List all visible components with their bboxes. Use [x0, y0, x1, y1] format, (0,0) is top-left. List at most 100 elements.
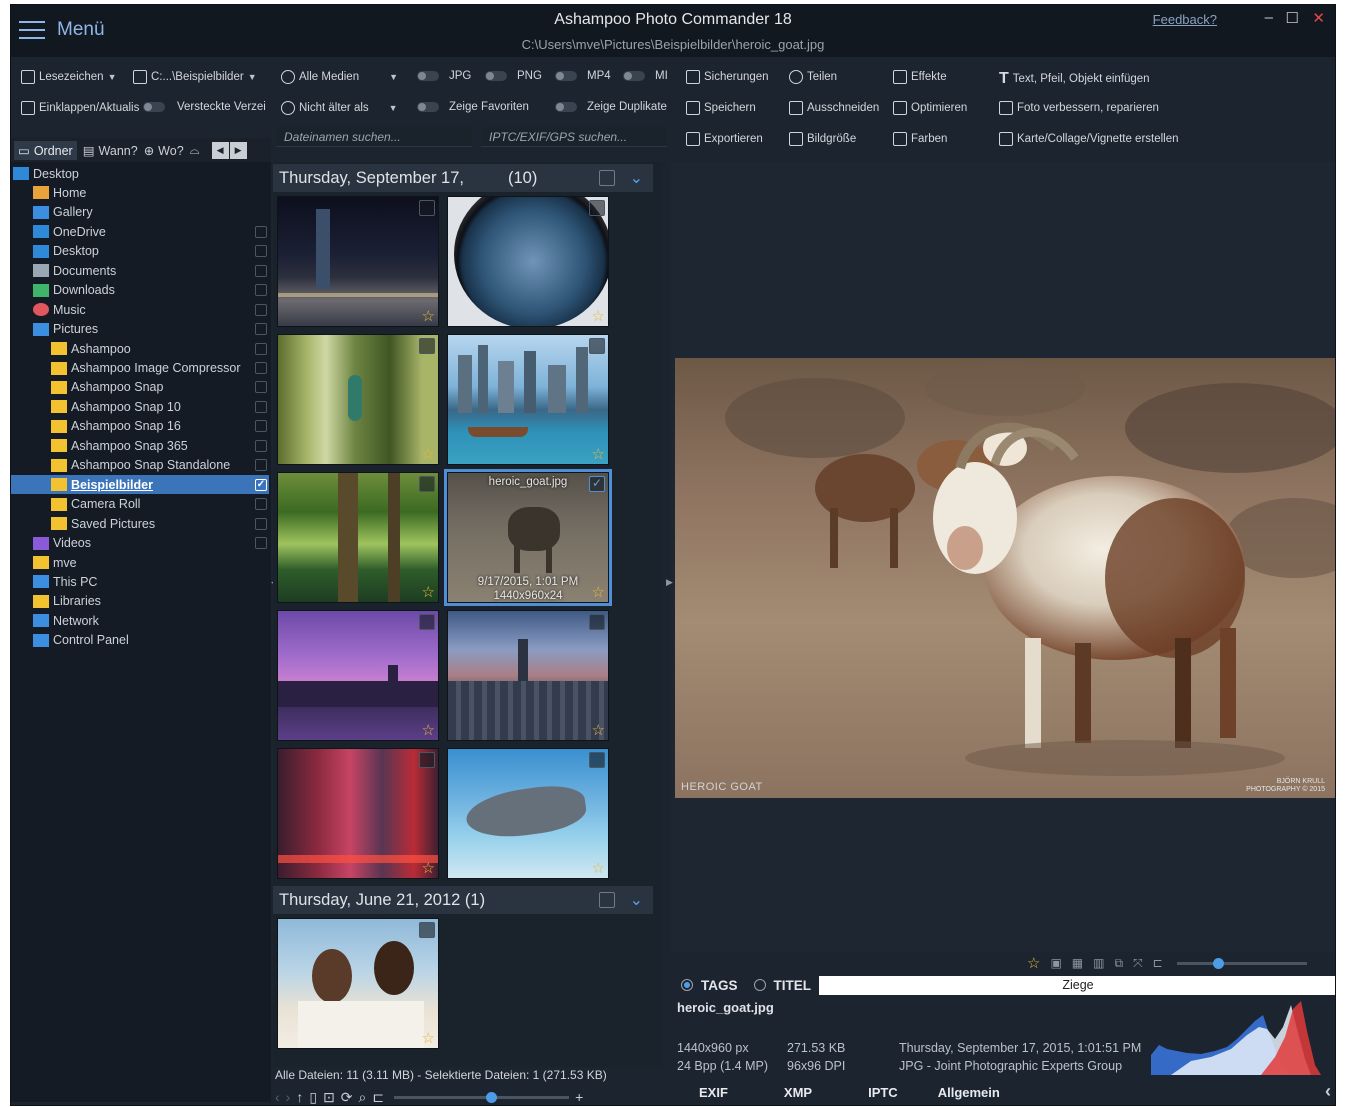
tags-tab[interactable]: TAGS	[673, 974, 746, 996]
grid-icon[interactable]: ▦	[1072, 956, 1083, 970]
feedback-link[interactable]: Feedback?	[1153, 12, 1217, 27]
tree-checkbox[interactable]	[255, 537, 267, 550]
image-icon[interactable]: ▣	[1050, 956, 1061, 970]
back-icon[interactable]: ‹	[275, 1089, 280, 1105]
fullscreen-icon[interactable]: ⤧	[1133, 956, 1143, 971]
tree-item[interactable]: Ashampoo Snap Standalone	[11, 456, 269, 475]
group-checkbox[interactable]	[599, 170, 615, 186]
collapse-right-icon[interactable]: ▶	[666, 577, 673, 588]
nav-right-icon[interactable]: ▶	[229, 141, 247, 159]
jpg-toggle[interactable]: JPG	[417, 70, 471, 82]
checkmark-icon[interactable]: ✓	[255, 478, 267, 491]
tab-folders[interactable]: ▭ Ordner	[14, 140, 77, 160]
tree-item[interactable]: Camera Roll	[11, 495, 269, 514]
thumbnail-heroic-goat[interactable]: heroic_goat.jpg 9/17/2015, 1:01 PM 1440x…	[444, 469, 612, 606]
panel-icon[interactable]: ▯	[309, 1089, 317, 1106]
tree-item[interactable]: Music	[11, 300, 269, 319]
tag-input[interactable]: Ziege	[819, 975, 1335, 995]
tree-checkbox[interactable]	[255, 362, 267, 374]
thumbnail-checkbox[interactable]	[419, 200, 435, 216]
thumbnail-checkbox[interactable]	[589, 338, 605, 354]
tree-item[interactable]: Ashampoo Snap	[11, 378, 269, 397]
thumbnail-checkbox[interactable]	[419, 338, 435, 354]
tree-item[interactable]: Network	[11, 611, 269, 630]
tree-item[interactable]: This PC	[11, 572, 269, 591]
minimize-button[interactable]: –	[1265, 9, 1273, 26]
tree-item[interactable]: Ashampoo	[11, 339, 269, 358]
thumbnail-checkbox[interactable]	[589, 614, 605, 630]
compare-icon[interactable]: ⧉	[1114, 956, 1123, 971]
thumbnail-dubai-skyline[interactable]: ☆	[447, 334, 609, 465]
optimize-button[interactable]: Optimieren	[893, 101, 967, 115]
slider-knob[interactable]	[1212, 957, 1224, 969]
star-icon[interactable]: ☆	[422, 307, 435, 325]
thumbnail-checkbox[interactable]	[419, 922, 435, 938]
star-icon[interactable]: ☆	[592, 721, 605, 739]
card-collage-button[interactable]: Karte/Collage/Vignette erstellen	[999, 132, 1179, 146]
image-size-button[interactable]: Bildgröße	[789, 132, 856, 146]
tree-item[interactable]: Ashampoo Snap 10	[11, 397, 269, 416]
checkmark-icon[interactable]: ✓	[589, 476, 605, 492]
tree-item[interactable]: Desktop	[11, 164, 269, 183]
group-header-jun-2012[interactable]: Thursday, June 21, 2012 (1) ⌄	[273, 886, 653, 914]
png-toggle[interactable]: PNG	[485, 70, 542, 82]
thumbnail-checkbox[interactable]	[589, 752, 605, 768]
thumbnail-city-sunset[interactable]: ☆	[277, 610, 439, 741]
tree-checkbox[interactable]	[255, 245, 267, 258]
more-filter-toggle[interactable]: MI	[623, 70, 668, 82]
chevron-down-icon[interactable]: ⌄	[630, 890, 643, 910]
cut-button[interactable]: Ausschneiden	[789, 101, 879, 115]
share-button[interactable]: Teilen	[789, 70, 837, 84]
insert-text-button[interactable]: T Text, Pfeil, Objekt einfügen	[999, 70, 1150, 88]
tree-item[interactable]: Documents	[11, 261, 269, 280]
path-dropdown[interactable]: C:...\Beispielbilder ▼	[133, 70, 257, 84]
thumbnail-times-square[interactable]: ☆	[277, 748, 439, 879]
tree-item[interactable]: Pictures	[11, 320, 269, 339]
group-header-sep-2015[interactable]: Thursday, September 17, (10) ⌄	[273, 164, 653, 192]
tree-checkbox[interactable]	[255, 420, 267, 433]
star-icon[interactable]: ☆	[592, 859, 605, 877]
slider-knob[interactable]	[486, 1091, 498, 1103]
tree-checkbox[interactable]	[255, 400, 267, 413]
maximize-button[interactable]: ☐	[1286, 9, 1299, 27]
tab-when[interactable]: ▤ Wann?	[83, 143, 138, 158]
thumbnail-checkbox[interactable]	[419, 614, 435, 630]
tree-item[interactable]: Home	[11, 183, 269, 202]
tab-exif[interactable]: EXIF	[699, 1085, 728, 1100]
preview-image[interactable]: HEROIC GOAT BJÖRN KRULL PHOTOGRAPHY © 20…	[675, 358, 1335, 798]
improve-photo-button[interactable]: Foto verbessern, reparieren	[999, 101, 1159, 115]
star-icon[interactable]: ☆	[1027, 954, 1040, 972]
collapse-refresh-button[interactable]: Einklappen/Aktualis	[21, 101, 139, 115]
backups-button[interactable]: Sicherungen	[686, 70, 769, 84]
plus-icon[interactable]: +	[575, 1089, 583, 1105]
tree-item[interactable]: Libraries	[11, 592, 269, 611]
star-icon[interactable]: ☆	[422, 859, 435, 877]
tree-checkbox[interactable]	[255, 323, 267, 336]
thumbnail-forest[interactable]: ☆	[277, 472, 439, 603]
chevron-left-icon[interactable]: ‹	[1325, 1081, 1331, 1102]
tree-checkbox[interactable]	[255, 342, 267, 355]
tree-checkbox[interactable]	[255, 439, 267, 452]
zoom-icon[interactable]: ⌕	[359, 1089, 367, 1106]
colors-button[interactable]: Farben	[893, 132, 947, 146]
tree-item[interactable]: Saved Pictures	[11, 514, 269, 533]
tree-checkbox[interactable]	[255, 381, 267, 394]
filename-search-input[interactable]: Dateinamen suchen...	[276, 127, 472, 147]
thumbnail-checkbox[interactable]	[589, 200, 605, 216]
tab-where[interactable]: ⊕ Wo?	[144, 143, 184, 158]
rotate-icon[interactable]: ⟳	[341, 1089, 353, 1106]
tree-item[interactable]: Ashampoo Snap 16	[11, 417, 269, 436]
tree-item[interactable]: Downloads	[11, 281, 269, 300]
thumbnail-size-slider[interactable]	[394, 1091, 570, 1103]
star-icon[interactable]: ☆	[592, 307, 605, 325]
group-checkbox[interactable]	[599, 892, 615, 908]
bookmarks-button[interactable]: Lesezeichen ▼	[21, 70, 117, 84]
thumbnail-green-insect[interactable]: ☆	[277, 334, 439, 465]
star-icon[interactable]: ☆	[592, 583, 605, 601]
crop-tool-icon[interactable]: ⊏	[372, 1089, 384, 1106]
thumbnail-couple-beach[interactable]: ☆	[277, 918, 439, 1049]
thumbnail-checkbox[interactable]	[419, 476, 435, 492]
thumbnail-checkbox[interactable]	[419, 752, 435, 768]
thumbnail-dolphin[interactable]: ☆	[447, 748, 609, 879]
export-button[interactable]: Exportieren	[686, 132, 763, 146]
